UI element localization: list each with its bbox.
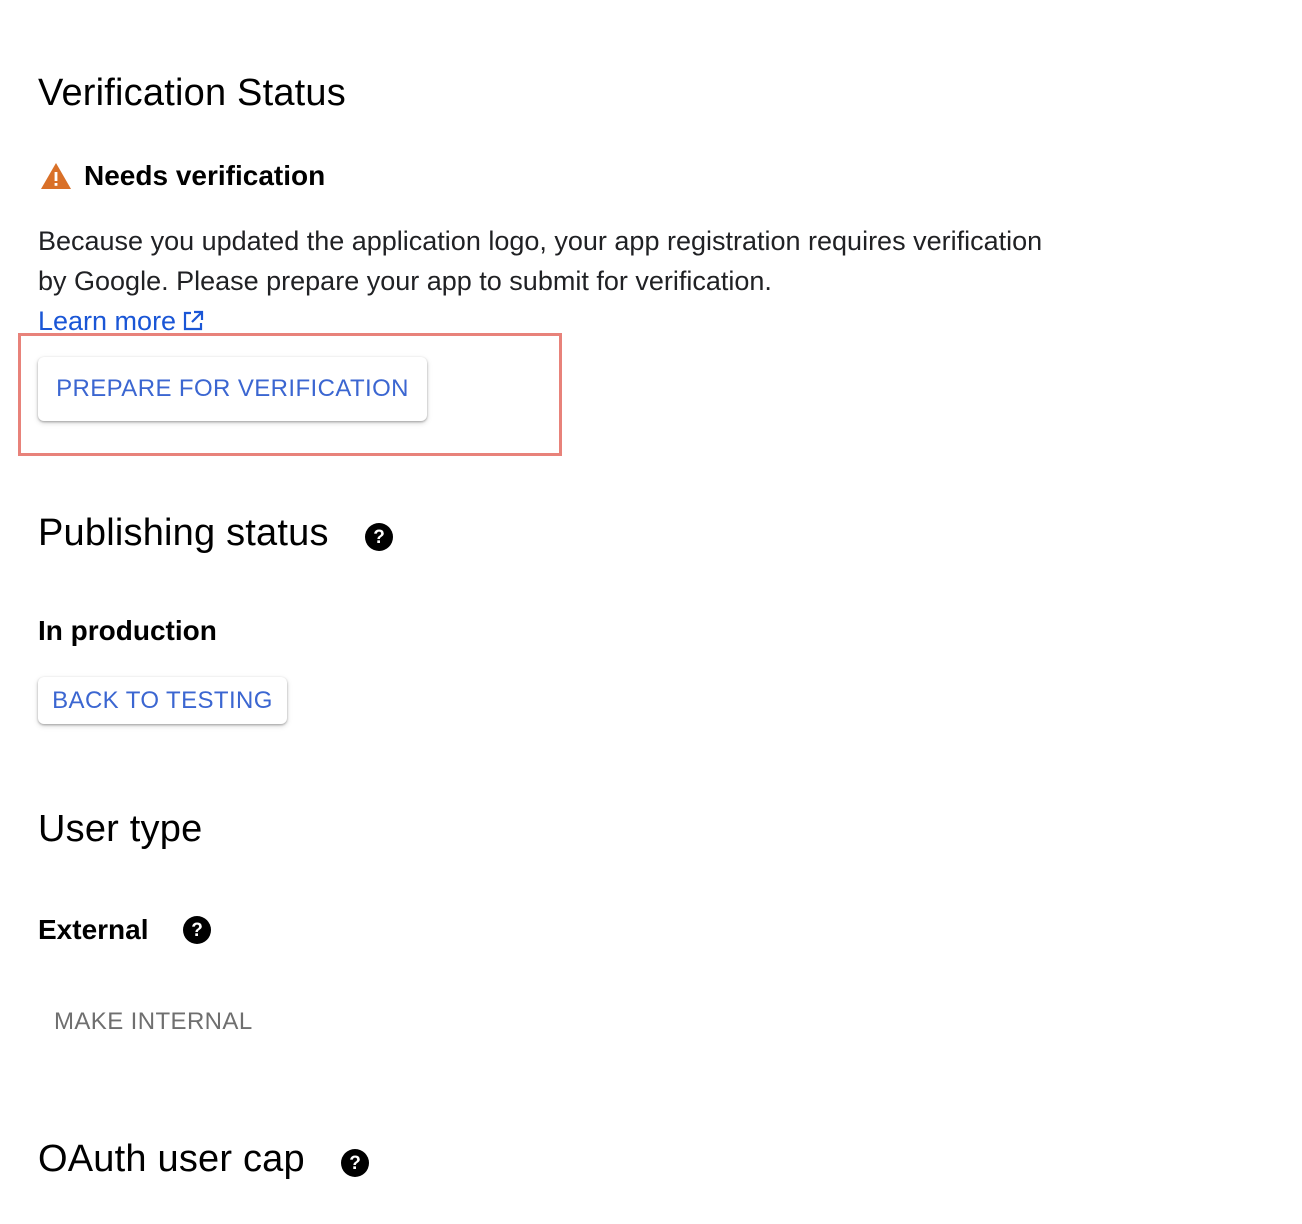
svg-text:?: ? (373, 527, 385, 548)
help-icon[interactable]: ? (182, 916, 211, 944)
oauth-cap-title: OAuth user cap (38, 1138, 305, 1180)
verification-status-label: Needs verification (84, 160, 326, 191)
svg-text:?: ? (349, 1153, 361, 1174)
verification-description-text: Because you updated the application logo… (38, 226, 1043, 296)
make-internal-button[interactable]: MAKE INTERNAL (54, 1006, 253, 1038)
svg-text:?: ? (191, 920, 203, 941)
warning-icon (40, 161, 72, 191)
user-type-value: External (38, 914, 149, 945)
user-type-value-row: External ? (38, 914, 211, 946)
help-icon[interactable]: ? (364, 522, 393, 551)
back-to-testing-button[interactable]: BACK TO TESTING (38, 677, 287, 724)
prepare-for-verification-button[interactable]: PREPARE FOR VERIFICATION (38, 357, 427, 421)
publishing-title: Publishing status (38, 512, 329, 554)
verification-description: Because you updated the application logo… (38, 221, 1048, 301)
verification-title: Verification Status (38, 72, 346, 114)
user-type-title: User type (38, 808, 203, 850)
publishing-status-label: In production (38, 615, 217, 646)
verification-status-row: Needs verification (40, 160, 325, 192)
oauth-cap-title-row: OAuth user cap ? (38, 1138, 369, 1181)
help-icon[interactable]: ? (340, 1148, 369, 1177)
publishing-title-row: Publishing status ? (38, 512, 393, 555)
learn-more-link[interactable]: Learn more (38, 306, 176, 336)
